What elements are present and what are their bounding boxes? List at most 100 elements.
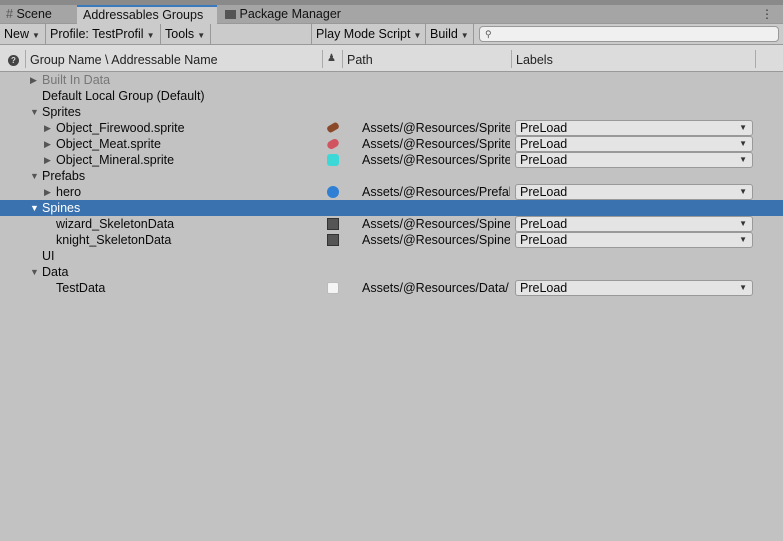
expand-arrow-icon[interactable]: ▼ bbox=[30, 264, 39, 280]
tree-row[interactable]: ▶ Built In Data bbox=[0, 72, 783, 88]
labels-dropdown[interactable]: PreLoad ▼ bbox=[515, 216, 753, 232]
column-divider[interactable] bbox=[511, 50, 512, 68]
prefab-icon bbox=[327, 186, 339, 198]
tree-row[interactable]: knight_SkeletonData Assets/@Resources/Spi… bbox=[0, 232, 783, 248]
labels-dropdown[interactable]: PreLoad ▼ bbox=[515, 120, 753, 136]
column-labels[interactable]: Labels bbox=[516, 53, 553, 67]
label-value: PreLoad bbox=[520, 233, 568, 247]
label-value: PreLoad bbox=[520, 137, 568, 151]
meat-sprite-icon bbox=[325, 137, 341, 151]
tree-row[interactable]: ▼ Data bbox=[0, 264, 783, 280]
row-path: Assets/@Resources/Sprite bbox=[362, 137, 510, 151]
collapse-arrow-icon[interactable]: ▶ bbox=[44, 136, 51, 152]
column-path[interactable]: Path bbox=[347, 53, 373, 67]
tab-scene[interactable]: # Scene bbox=[0, 5, 76, 24]
tree-row[interactable]: ▶ Object_Firewood.sprite Assets/@Resources… bbox=[0, 120, 783, 136]
tree-row[interactable]: UI bbox=[0, 248, 783, 264]
labels-dropdown[interactable]: PreLoad ▼ bbox=[515, 136, 753, 152]
dropdown-arrow-icon: ▼ bbox=[739, 139, 747, 148]
label-value: PreLoad bbox=[520, 121, 568, 135]
build-label: Build bbox=[430, 27, 458, 41]
dropdown-arrow-icon: ▼ bbox=[739, 187, 747, 196]
new-label: New bbox=[4, 27, 30, 41]
collapse-arrow-icon[interactable]: ▶ bbox=[44, 184, 51, 200]
search-icon: ⚲ bbox=[485, 29, 492, 39]
tree-row[interactable]: ▼ Spines bbox=[0, 200, 783, 216]
new-button[interactable]: New ▼ bbox=[0, 24, 46, 44]
row-path: Assets/@Resources/Prefal bbox=[362, 185, 510, 199]
labels-dropdown[interactable]: PreLoad ▼ bbox=[515, 152, 753, 168]
row-name: TestData bbox=[56, 281, 106, 295]
play-mode-label: Play Mode Script bbox=[316, 27, 411, 41]
column-header: ? Group Name \ Addressable Name ♟ Path L… bbox=[0, 45, 783, 72]
dropdown-arrow-icon: ▼ bbox=[32, 31, 40, 40]
tree-row[interactable]: TestData Assets/@Resources/Data/PreLoad ▼ bbox=[0, 280, 783, 296]
tree-row[interactable]: Default Local Group (Default) bbox=[0, 88, 783, 104]
skeleton-data-icon bbox=[327, 234, 339, 246]
collapse-arrow-icon[interactable]: ▶ bbox=[44, 152, 51, 168]
row-name: Built In Data bbox=[42, 73, 111, 87]
row-name: Sprites bbox=[42, 105, 81, 119]
collapse-arrow-icon[interactable]: ▶ bbox=[30, 72, 37, 88]
tree-row[interactable]: ▶ Object_Meat.sprite Assets/@Resources/Spr… bbox=[0, 136, 783, 152]
tab-addressables-groups[interactable]: Addressables Groups bbox=[77, 5, 217, 24]
profile-label: Profile: TestProfil bbox=[50, 27, 144, 41]
tools-button[interactable]: Tools ▼ bbox=[161, 24, 211, 44]
tree-row[interactable]: ▼ Prefabs bbox=[0, 168, 783, 184]
build-button[interactable]: Build ▼ bbox=[426, 24, 474, 44]
tab-label: Package Manager bbox=[239, 7, 341, 21]
dropdown-arrow-icon: ▼ bbox=[413, 31, 422, 40]
collapse-arrow-icon[interactable]: ▶ bbox=[44, 120, 51, 136]
tab-bar: # Scene Addressables Groups Package Mana… bbox=[0, 5, 783, 24]
package-icon bbox=[225, 10, 236, 19]
play-mode-script-dropdown[interactable]: Play Mode Script ▼ bbox=[311, 24, 426, 44]
tree-row[interactable]: ▶ Object_Mineral.sprite Assets/@Resources/… bbox=[0, 152, 783, 168]
profile-dropdown[interactable]: Profile: TestProfil ▼ bbox=[46, 24, 161, 44]
row-name: UI bbox=[42, 249, 55, 263]
search-input[interactable]: ⚲ bbox=[479, 26, 779, 42]
row-path: Assets/@Resources/Spine bbox=[362, 217, 510, 231]
tab-package-manager[interactable]: Package Manager bbox=[219, 5, 359, 24]
row-path: Assets/@Resources/Data/ bbox=[362, 281, 509, 295]
more-options-icon[interactable]: ⋮ bbox=[761, 5, 773, 23]
tree-row[interactable]: ▶ hero Assets/@Resources/Prefal PreLoad ▼ bbox=[0, 184, 783, 200]
label-value: PreLoad bbox=[520, 217, 568, 231]
row-name: Object_Mineral.sprite bbox=[56, 153, 175, 167]
column-divider[interactable] bbox=[322, 50, 323, 68]
column-divider[interactable] bbox=[342, 50, 343, 68]
dropdown-arrow-icon: ▼ bbox=[146, 31, 155, 40]
row-name: wizard_SkeletonData bbox=[56, 217, 175, 231]
row-name: Spines bbox=[42, 201, 81, 215]
labels-dropdown[interactable]: PreLoad ▼ bbox=[515, 232, 753, 248]
tree-row[interactable]: wizard_SkeletonData Assets/@Resources/Spi… bbox=[0, 216, 783, 232]
help-icon[interactable]: ? bbox=[8, 55, 19, 66]
expand-arrow-icon[interactable]: ▼ bbox=[30, 168, 39, 184]
row-name: Object_Firewood.sprite bbox=[56, 121, 185, 135]
labels-dropdown[interactable]: PreLoad ▼ bbox=[515, 184, 753, 200]
row-name: knight_SkeletonData bbox=[56, 233, 172, 247]
skeleton-data-icon bbox=[327, 218, 339, 230]
column-divider[interactable] bbox=[755, 50, 756, 68]
column-group-name[interactable]: Group Name \ Addressable Name bbox=[30, 53, 218, 67]
label-value: PreLoad bbox=[520, 153, 568, 167]
column-divider[interactable] bbox=[25, 50, 26, 68]
expand-arrow-icon[interactable]: ▼ bbox=[30, 200, 39, 216]
row-name: Default Local Group (Default) bbox=[42, 89, 205, 103]
labels-dropdown[interactable]: PreLoad ▼ bbox=[515, 280, 753, 296]
tools-label: Tools bbox=[165, 27, 195, 41]
row-name: Object_Meat.sprite bbox=[56, 137, 161, 151]
dropdown-arrow-icon: ▼ bbox=[460, 31, 469, 40]
expand-arrow-icon[interactable]: ▼ bbox=[30, 104, 39, 120]
dropdown-arrow-icon: ▼ bbox=[739, 219, 747, 228]
dropdown-arrow-icon: ▼ bbox=[197, 31, 206, 40]
mineral-sprite-icon bbox=[327, 154, 339, 166]
asset-type-icon: ♟ bbox=[327, 53, 336, 64]
label-value: PreLoad bbox=[520, 281, 568, 295]
tab-label: Addressables Groups bbox=[83, 8, 204, 22]
label-value: PreLoad bbox=[520, 185, 568, 199]
tree-row[interactable]: ▼ Sprites bbox=[0, 104, 783, 120]
toolbar: New ▼ Profile: TestProfil ▼ Tools ▼ Play Mo… bbox=[0, 24, 783, 45]
tab-label: Scene bbox=[16, 7, 52, 21]
row-name: hero bbox=[56, 185, 82, 199]
dropdown-arrow-icon: ▼ bbox=[739, 123, 747, 132]
